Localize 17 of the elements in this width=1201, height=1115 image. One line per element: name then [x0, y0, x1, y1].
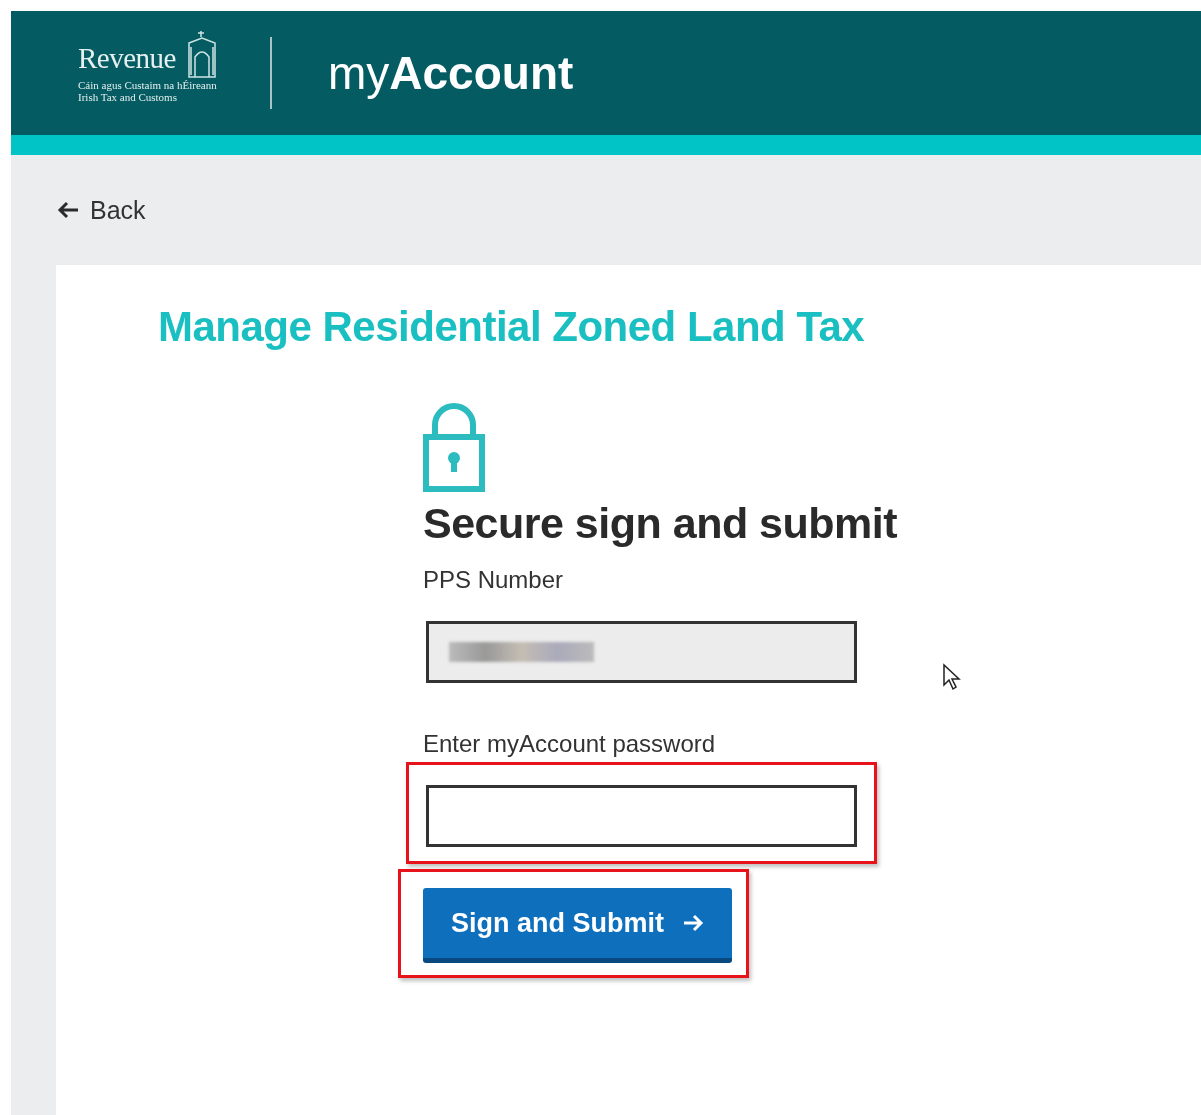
app-title: myAccount [327, 46, 574, 100]
logo-subtitle: Irish Tax and Customs [78, 91, 178, 103]
input-field[interactable] [426, 621, 857, 683]
sign-and-submit-button[interactable]: Sign and Submit [423, 888, 732, 963]
form-heading: Secure sign and submit [423, 499, 898, 548]
page-title: Manage Residential Zoned Land Tax [158, 303, 866, 351]
back-link[interactable]: Back [56, 155, 146, 265]
password-field[interactable] [426, 785, 857, 847]
logo-wordmark: Revenue [78, 44, 176, 73]
left-arrow-icon [56, 200, 80, 220]
right-arrow-icon [682, 913, 704, 933]
logo-subtitle: Cáin agus Custaim na hÉireann [78, 79, 218, 91]
mouse-cursor-icon [942, 663, 962, 691]
gate-icon [185, 29, 218, 79]
field-label: PPS Number [423, 566, 564, 594]
padlock-icon [423, 403, 485, 493]
field-label: Enter myAccount password [423, 730, 716, 758]
